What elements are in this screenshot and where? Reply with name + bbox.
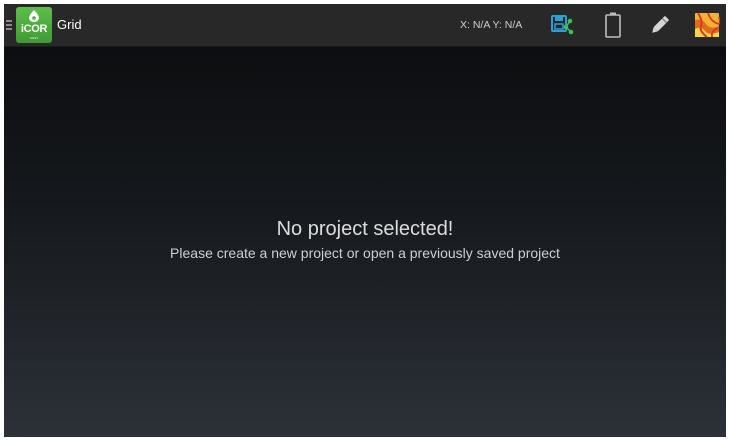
pen-icon[interactable] bbox=[647, 12, 673, 38]
empty-state-message: No project selected! Please create a new… bbox=[4, 217, 726, 262]
drawer-menu-icon[interactable] bbox=[6, 20, 12, 30]
map-layers-icon[interactable] bbox=[694, 12, 720, 38]
drop-icon bbox=[29, 10, 39, 22]
app-screen: iCOR GNSS Grid X: N/A Y: N/A No project … bbox=[4, 4, 726, 437]
page-title: Grid bbox=[57, 17, 82, 32]
save-share-icon[interactable] bbox=[549, 12, 575, 38]
action-bar: iCOR GNSS Grid X: N/A Y: N/A bbox=[4, 4, 726, 47]
empty-state-subheading: Please create a new project or open a pr… bbox=[170, 245, 560, 261]
app-logo[interactable]: iCOR GNSS bbox=[16, 7, 52, 43]
battery-icon[interactable] bbox=[600, 12, 626, 38]
logo-text: iCOR bbox=[20, 23, 48, 35]
logo-subtext: GNSS bbox=[29, 36, 39, 40]
empty-state-heading: No project selected! bbox=[276, 218, 454, 240]
coordinates-readout: X: N/A Y: N/A bbox=[460, 19, 523, 31]
